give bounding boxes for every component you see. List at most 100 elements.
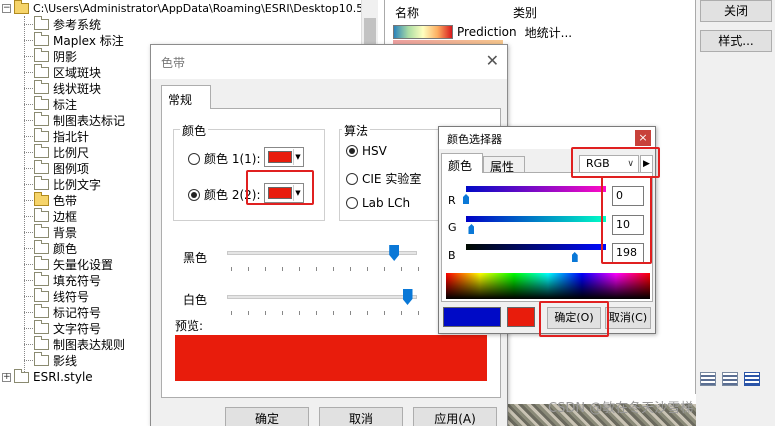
tree-item-esri-style[interactable]: + ESRI.style xyxy=(2,368,93,385)
tree-item[interactable]: 参考系统 xyxy=(24,15,102,32)
algorithm-option[interactable]: HSV xyxy=(346,144,387,158)
view-list-icon[interactable] xyxy=(722,372,738,386)
tree-item[interactable]: 文字符号 xyxy=(24,319,101,336)
tree-root-path[interactable]: − C:\Users\Administrator\AppData\Roaming… xyxy=(2,0,378,16)
tree-connector xyxy=(24,296,33,297)
tree-item[interactable]: 阴影 xyxy=(24,47,77,64)
tree-item[interactable]: 颜色 xyxy=(24,239,77,256)
tree-item[interactable]: 边框 xyxy=(24,207,77,224)
tree-item[interactable]: 影线 xyxy=(24,351,77,368)
tree-item[interactable]: 背景 xyxy=(24,223,77,240)
dark-slider-track[interactable] xyxy=(227,251,417,255)
folder-icon xyxy=(34,223,49,238)
tree-item-label: 比例尺 xyxy=(53,145,90,160)
picker-title: 颜色选择器 xyxy=(447,133,502,146)
tree-item[interactable]: 线状斑块 xyxy=(24,79,101,96)
tree-connector xyxy=(24,312,33,313)
styles-button[interactable]: 样式... xyxy=(700,30,772,52)
expand-icon[interactable]: + xyxy=(2,372,11,382)
tree-item[interactable]: 填充符号 xyxy=(24,271,101,288)
radio-selected-icon[interactable] xyxy=(188,188,200,201)
color-spectrum[interactable] xyxy=(446,273,650,299)
chevron-down-icon: ▼ xyxy=(293,149,302,165)
tree-item-label: 线符号 xyxy=(53,289,90,304)
radio-icon[interactable] xyxy=(188,152,200,165)
close-button[interactable]: 关闭 xyxy=(700,0,772,22)
r-slider[interactable] xyxy=(466,186,606,192)
folder-icon xyxy=(34,127,49,142)
close-icon[interactable]: × xyxy=(635,130,651,146)
tree-connector xyxy=(24,24,33,25)
collapse-icon[interactable]: − xyxy=(2,3,11,13)
folder-icon xyxy=(34,351,49,366)
tree-item[interactable]: 线符号 xyxy=(24,287,90,304)
ok-button[interactable]: 确定 xyxy=(225,407,309,426)
tab-general[interactable]: 常规 xyxy=(161,85,211,109)
color1-radio[interactable]: 颜色 1(1): xyxy=(188,150,261,167)
tree-item-label: 比例文字 xyxy=(53,177,102,192)
r-label: R xyxy=(448,194,456,207)
color1-dropdown[interactable]: ▼ xyxy=(264,147,304,167)
tree-item-label: 矢量化设置 xyxy=(53,257,114,272)
picker-cancel-button[interactable]: 取消(C) xyxy=(605,307,651,329)
g-slider-thumb[interactable] xyxy=(468,224,475,234)
algorithm-option[interactable]: CIE 实验室 xyxy=(346,170,421,187)
tree-item[interactable]: 比例尺 xyxy=(24,143,90,160)
tree-connector xyxy=(24,360,33,361)
light-label: 白色 xyxy=(183,293,208,307)
tree-item[interactable]: 标注 xyxy=(24,95,77,112)
column-name-header[interactable]: 名称 xyxy=(395,4,513,20)
folder-icon xyxy=(34,303,49,318)
radio-icon[interactable] xyxy=(346,197,358,209)
annotation-ok-button xyxy=(539,301,609,337)
folder-open-icon xyxy=(34,191,49,206)
tree-item[interactable]: 色带 xyxy=(24,191,78,208)
tree-connector xyxy=(24,280,33,281)
b-label: B xyxy=(448,249,456,262)
b-slider-thumb[interactable] xyxy=(571,252,578,262)
view-large-icons-icon[interactable] xyxy=(700,372,716,386)
algorithm-option[interactable]: Lab LCh xyxy=(346,196,410,210)
root-folder xyxy=(14,0,33,16)
tree-item[interactable]: 制图表达规则 xyxy=(24,335,125,352)
r-slider-thumb[interactable] xyxy=(463,194,469,204)
tree-connector xyxy=(24,264,33,265)
list-item[interactable]: Prediction 地统计... xyxy=(393,24,572,40)
color1-swatch xyxy=(268,151,292,163)
tree-item[interactable]: 图例项 xyxy=(24,159,89,176)
dialog-title: 色带 xyxy=(161,56,186,70)
folder-icon xyxy=(34,255,49,270)
tree-guide-line xyxy=(24,16,25,374)
tab-color[interactable]: 颜色 xyxy=(441,153,483,173)
column-category-header[interactable]: 类别 xyxy=(513,4,631,20)
tree-connector xyxy=(24,120,33,121)
tree-item-label: 色带 xyxy=(53,193,78,208)
tree-item[interactable]: 标记符号 xyxy=(24,303,102,320)
tree-connector xyxy=(24,40,33,41)
light-slider-track[interactable] xyxy=(227,295,417,299)
apply-button[interactable]: 应用(A) xyxy=(413,407,497,426)
tab-properties[interactable]: 属性 xyxy=(483,156,525,174)
color-ramp-swatch xyxy=(393,25,453,39)
tree-item[interactable]: 指北针 xyxy=(24,127,89,144)
tree-item-label: 标记符号 xyxy=(53,305,102,320)
tree-item[interactable]: 区域斑块 xyxy=(24,63,101,80)
tree-item-label: 参考系统 xyxy=(53,17,102,32)
folder-icon xyxy=(34,31,49,46)
view-details-icon[interactable] xyxy=(744,372,760,386)
cancel-button[interactable]: 取消 xyxy=(319,407,403,426)
close-icon[interactable]: ✕ xyxy=(486,51,499,70)
tree-item[interactable]: 比例文字 xyxy=(24,175,102,192)
tree-item[interactable]: 制图表达标记 xyxy=(24,111,125,128)
b-slider[interactable] xyxy=(466,244,606,250)
tree-item[interactable]: 矢量化设置 xyxy=(24,255,114,272)
tree-connector xyxy=(24,136,33,137)
folder-icon xyxy=(34,143,49,158)
radio-icon[interactable] xyxy=(346,172,358,185)
color1-label: 颜色 1(1): xyxy=(204,152,261,166)
tree-item[interactable]: Maplex 标注 xyxy=(24,31,124,48)
radio-selected-icon[interactable] xyxy=(346,145,358,157)
watermark: CSDN @敏在冬天沙雪梯 xyxy=(548,401,694,416)
folder-icon xyxy=(34,271,49,286)
g-slider[interactable] xyxy=(466,216,606,222)
